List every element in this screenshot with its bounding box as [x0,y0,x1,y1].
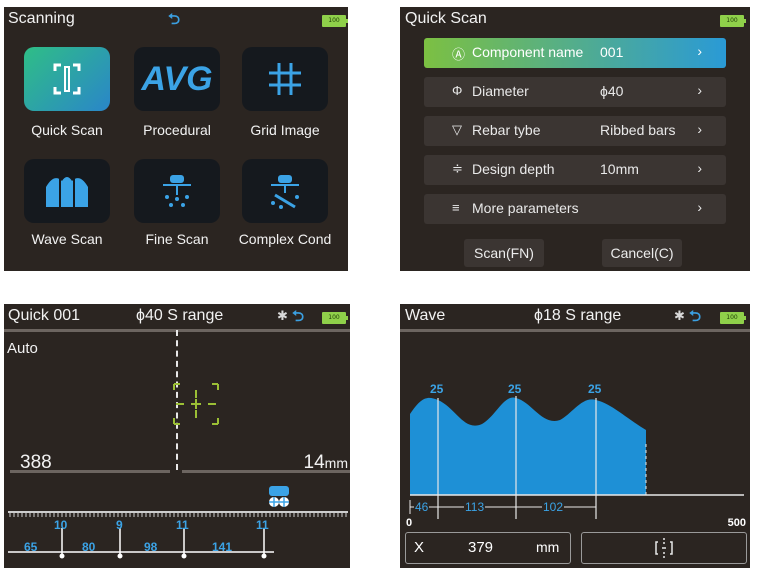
diameter-icon: Φ [452,83,463,98]
wave-icon [46,177,88,207]
row-value: ϕ40 [600,83,624,99]
depth-unit: mm [324,455,348,471]
row-label: Component name [472,44,584,60]
settings-title: Quick Scan [405,10,487,27]
axis-min-label: 0 [406,517,413,529]
x-position-readout: X 379 mm [405,532,571,564]
left-baseline [10,470,170,473]
quick-scan-label: Quick Scan [31,122,103,138]
peak-label: 25 [508,382,522,396]
mode-label: Auto [7,340,38,357]
wave-view-panel: Wave ϕ18 S range ✱ ⮌ 100 25 25 25 46 113… [400,304,750,568]
complex-cond-icon [271,175,299,209]
battery-icon: 100 [720,312,746,324]
more-parameters-row[interactable]: ≡ More parameters › [424,194,726,224]
battery-icon: 100 [322,312,348,324]
scan-ruler [8,511,348,559]
header-divider [400,329,750,332]
fine-scan-icon [163,175,191,207]
row-value: 10mm [600,161,639,177]
row-label: Diameter [472,83,529,99]
row-value: 001 [600,44,624,60]
quick-scan-view-panel: Quick 001 ϕ40 S range ✱ ⮌ 100 Auto 388 1… [4,304,350,568]
battery-icon: 100 [720,15,746,27]
spacing-label: 98 [144,540,158,554]
ruler-label: 11 [256,518,269,532]
design-depth-row[interactable]: ≑ Design depth 10mm › [424,155,726,185]
chevron-right-icon: › [697,160,702,176]
complex-cond-tile[interactable] [242,159,328,223]
scan-frame-icon [53,63,81,95]
row-label: More parameters [472,200,579,216]
procedural-tile[interactable]: AVG [134,47,220,111]
ruler-label: 10 [54,518,68,532]
list-icon: ≡ [452,200,460,215]
segment-label: 113 [464,500,486,514]
spacing-label: 65 [24,540,38,554]
avg-icon: AVG [141,59,213,98]
spacing-label: 141 [212,540,233,554]
grid-image-label: Grid Image [250,122,320,138]
cursor-icon [655,538,673,558]
back-icon[interactable]: ⮌ [168,9,180,34]
fine-scan-label: Fine Scan [145,231,209,247]
axis-max-label: 500 [727,517,746,529]
grid-image-tile[interactable] [242,47,328,111]
x-label: X [414,539,425,556]
range-label: ϕ40 S range [136,307,224,324]
menu-title: Scanning [8,10,75,27]
scan-button[interactable]: Scan(FN) [464,239,544,267]
wave-profile [409,396,744,519]
segment-label: 102 [542,500,565,514]
quick-scan-settings-panel: Quick Scan 100 Ⓐ Component name 001 › Φ … [400,7,750,271]
peak-label: 25 [430,382,444,396]
wave-scan-label: Wave Scan [31,231,103,247]
bluetooth-icon: ✱ [674,308,685,323]
component-name-row[interactable]: Ⓐ Component name 001 › [424,38,726,68]
view-title: Wave [405,307,446,324]
x-value: 379 [468,539,494,556]
wave-scan-tile[interactable] [24,159,110,223]
range-label: ϕ18 S range [534,307,622,324]
component-icon: Ⓐ [452,47,466,62]
ruler-label: 9 [116,518,123,532]
chevron-right-icon: › [697,43,702,59]
procedural-label: Procedural [143,122,211,138]
chevron-right-icon: › [697,82,702,98]
chevron-right-icon: › [697,121,702,137]
spacing-label: 80 [82,540,96,554]
segment-label: 46 [414,500,430,514]
fine-scan-tile[interactable] [134,159,220,223]
back-icon[interactable]: ⮌ [689,306,701,331]
grid-icon [269,63,301,95]
cursor-button[interactable] [581,532,747,564]
x-unit: mm [536,539,560,555]
bluetooth-icon: ✱ [277,308,288,323]
chevron-right-icon: › [697,199,702,215]
complex-cond-label: Complex Cond [238,231,332,247]
view-title: Quick 001 [8,307,81,324]
crosshair-icon [173,383,219,425]
diameter-row[interactable]: Φ Diameter ϕ40 › [424,77,726,107]
battery-icon: 100 [322,15,348,27]
right-baseline [182,470,350,473]
rebar-type-row[interactable]: ▽ Rebar tybe Ribbed bars › [424,116,726,146]
depth-icon: ≑ [452,161,463,176]
cancel-button[interactable]: Cancel(C) [602,239,682,267]
row-value: Ribbed bars [600,122,676,138]
ruler-label: 11 [176,518,189,532]
row-label: Rebar tybe [472,122,541,138]
row-label: Design depth [472,161,555,177]
back-icon[interactable]: ⮌ [292,306,304,331]
peak-label: 25 [588,382,602,396]
quick-scan-tile[interactable] [24,47,110,111]
rebar-icon: ▽ [452,122,462,137]
scanning-menu-panel: Scanning ⮌ 100 Quick Scan AVG Procedural… [4,7,348,271]
